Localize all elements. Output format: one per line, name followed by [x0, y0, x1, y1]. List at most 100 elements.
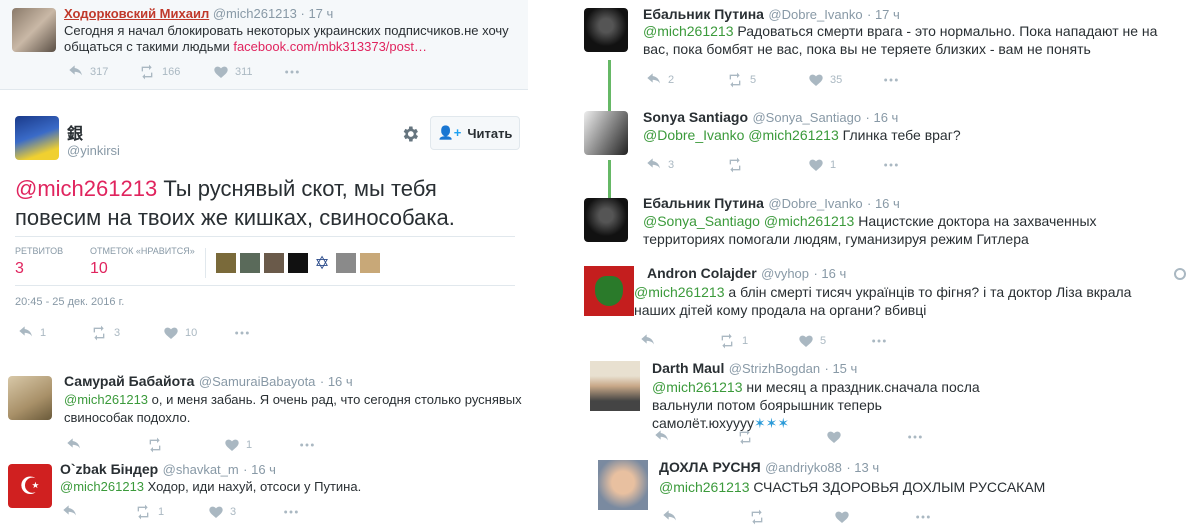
author-name[interactable]: Sonya Santiago — [643, 109, 748, 125]
reply-button[interactable] — [662, 509, 678, 525]
tweet-time[interactable]: · 15 ч — [825, 361, 858, 376]
retweet-button[interactable]: 1 — [718, 333, 748, 349]
avatar[interactable] — [288, 253, 308, 273]
tweet-link[interactable]: facebook.com/mbk313373/post… — [233, 39, 427, 54]
like-button[interactable]: 3 — [208, 504, 236, 520]
reply-button[interactable]: 2 — [646, 72, 674, 88]
thread-tweet: Darth Maul @StrizhBogdan · 15 ч @mich261… — [576, 355, 1196, 451]
mention-link[interactable]: @mich261213 — [652, 379, 743, 395]
like-button[interactable]: 1 — [808, 157, 836, 173]
reply-button[interactable] — [654, 429, 670, 445]
avatar[interactable] — [15, 116, 59, 160]
like-button[interactable]: 311 — [213, 64, 253, 80]
reply-count: 3 — [668, 159, 675, 171]
retweet-button[interactable]: 166 — [138, 64, 180, 80]
reply-count: 317 — [90, 66, 109, 78]
avatar[interactable] — [584, 266, 634, 316]
avatar[interactable] — [264, 253, 284, 273]
avatar[interactable] — [584, 111, 628, 155]
avatar[interactable] — [216, 253, 236, 273]
tweet-datetime[interactable]: 20:45 - 25 дек. 2016 г. — [15, 296, 124, 308]
more-button[interactable] — [233, 325, 251, 341]
gear-icon[interactable] — [400, 124, 420, 144]
mention-link[interactable]: @mich261213 — [64, 392, 148, 407]
author-handle[interactable]: @andriyko88 — [765, 460, 842, 475]
author-handle[interactable]: @StrizhBogdan — [729, 361, 820, 376]
tweet-time[interactable]: · 16 ч — [813, 266, 846, 281]
mention-link[interactable]: @Sonya_Santiago @mich261213 — [643, 213, 854, 229]
author-handle[interactable]: @Dobre_Ivanko — [768, 196, 862, 211]
tweet-time[interactable]: · 17 ч — [301, 6, 334, 21]
author-handle[interactable]: @Sonya_Santiago — [752, 110, 861, 125]
reply-button[interactable]: 1 — [18, 325, 46, 341]
avatar[interactable] — [336, 253, 356, 273]
more-button[interactable] — [298, 437, 316, 453]
more-button[interactable] — [870, 333, 888, 349]
mention-link[interactable]: @mich261213 — [659, 479, 750, 495]
retweet-button[interactable] — [736, 429, 754, 445]
more-button[interactable] — [282, 504, 300, 520]
retweet-button[interactable]: 1 — [134, 504, 164, 520]
follow-button[interactable]: 👤+ Читать — [430, 116, 520, 150]
author-name[interactable]: Ебальник Путина — [643, 6, 764, 22]
mention-link[interactable]: @mich261213 — [60, 479, 144, 494]
author-handle[interactable]: @yinkirsi — [67, 143, 120, 158]
author-handle[interactable]: @vyhop — [761, 266, 809, 281]
author-handle[interactable]: @Dobre_Ivanko — [768, 7, 862, 22]
like-button[interactable]: 10 — [163, 325, 197, 341]
retweet-button[interactable]: 5 — [726, 72, 756, 88]
more-button[interactable] — [882, 157, 900, 173]
tweet-time[interactable]: · 16 ч — [866, 110, 899, 125]
avatar[interactable] — [360, 253, 380, 273]
mention-link[interactable]: @Dobre_Ivanko @mich261213 — [643, 127, 839, 143]
author-name[interactable]: Darth Maul — [652, 360, 724, 376]
avatar[interactable] — [598, 460, 648, 510]
reply-button[interactable]: 3 — [646, 157, 674, 173]
like-button[interactable]: 1 — [224, 437, 252, 453]
author-name[interactable]: Ебальник Путина — [643, 195, 764, 211]
avatar[interactable] — [584, 198, 628, 242]
tweet-time[interactable]: · 17 ч — [867, 7, 900, 22]
retweets-count[interactable]: 3 — [15, 260, 24, 278]
likes-count[interactable]: 10 — [90, 260, 108, 278]
author-name[interactable]: Ходорковский Михаил — [64, 6, 209, 21]
more-button[interactable] — [283, 64, 301, 80]
like-button[interactable] — [834, 509, 850, 525]
like-button[interactable] — [826, 429, 842, 445]
reply-button[interactable] — [62, 504, 78, 520]
author-name[interactable]: ДОХЛА РУСНЯ — [659, 459, 761, 475]
like-button[interactable]: 35 — [808, 72, 842, 88]
reply-button[interactable] — [640, 333, 656, 349]
retweet-button[interactable] — [748, 509, 766, 525]
mention-link[interactable]: @mich261213 — [643, 23, 734, 39]
avatar[interactable] — [240, 253, 260, 273]
author-handle[interactable]: @shavkat_m — [163, 462, 239, 477]
like-button[interactable]: 5 — [798, 333, 826, 349]
tweet-time[interactable]: · 16 ч — [867, 196, 900, 211]
avatar[interactable] — [12, 8, 56, 52]
more-button[interactable] — [906, 429, 924, 445]
author-handle[interactable]: @SamuraiBabayota — [199, 374, 316, 389]
author-name[interactable]: O`zbak Бiндер — [60, 461, 158, 477]
avatar[interactable] — [8, 376, 52, 420]
mention-link[interactable]: @mich261213 — [15, 176, 157, 201]
avatar[interactable] — [590, 361, 640, 411]
tweet-time[interactable]: · 13 ч — [846, 460, 879, 475]
avatar[interactable]: ✡ — [312, 253, 332, 273]
retweet-button[interactable] — [726, 157, 744, 173]
author-name[interactable]: 銀 — [67, 120, 83, 144]
mention-link[interactable]: @mich261213 — [634, 284, 725, 300]
reply-button[interactable] — [66, 437, 82, 453]
tweet-time[interactable]: · 16 ч — [320, 374, 353, 389]
retweet-button[interactable] — [146, 437, 164, 453]
reply-button[interactable]: 317 — [68, 64, 108, 80]
tweet-time[interactable]: · 16 ч — [243, 462, 276, 477]
author-name[interactable]: Самурай Бабайота — [64, 373, 194, 389]
author-handle[interactable]: @mich261213 — [213, 6, 297, 21]
more-button[interactable] — [882, 72, 900, 88]
author-name[interactable]: Andron Colajder — [647, 265, 757, 281]
more-button[interactable] — [914, 509, 932, 525]
retweet-button[interactable]: 3 — [90, 325, 120, 341]
avatar[interactable]: ☪ — [8, 464, 52, 508]
avatar[interactable] — [584, 8, 628, 52]
